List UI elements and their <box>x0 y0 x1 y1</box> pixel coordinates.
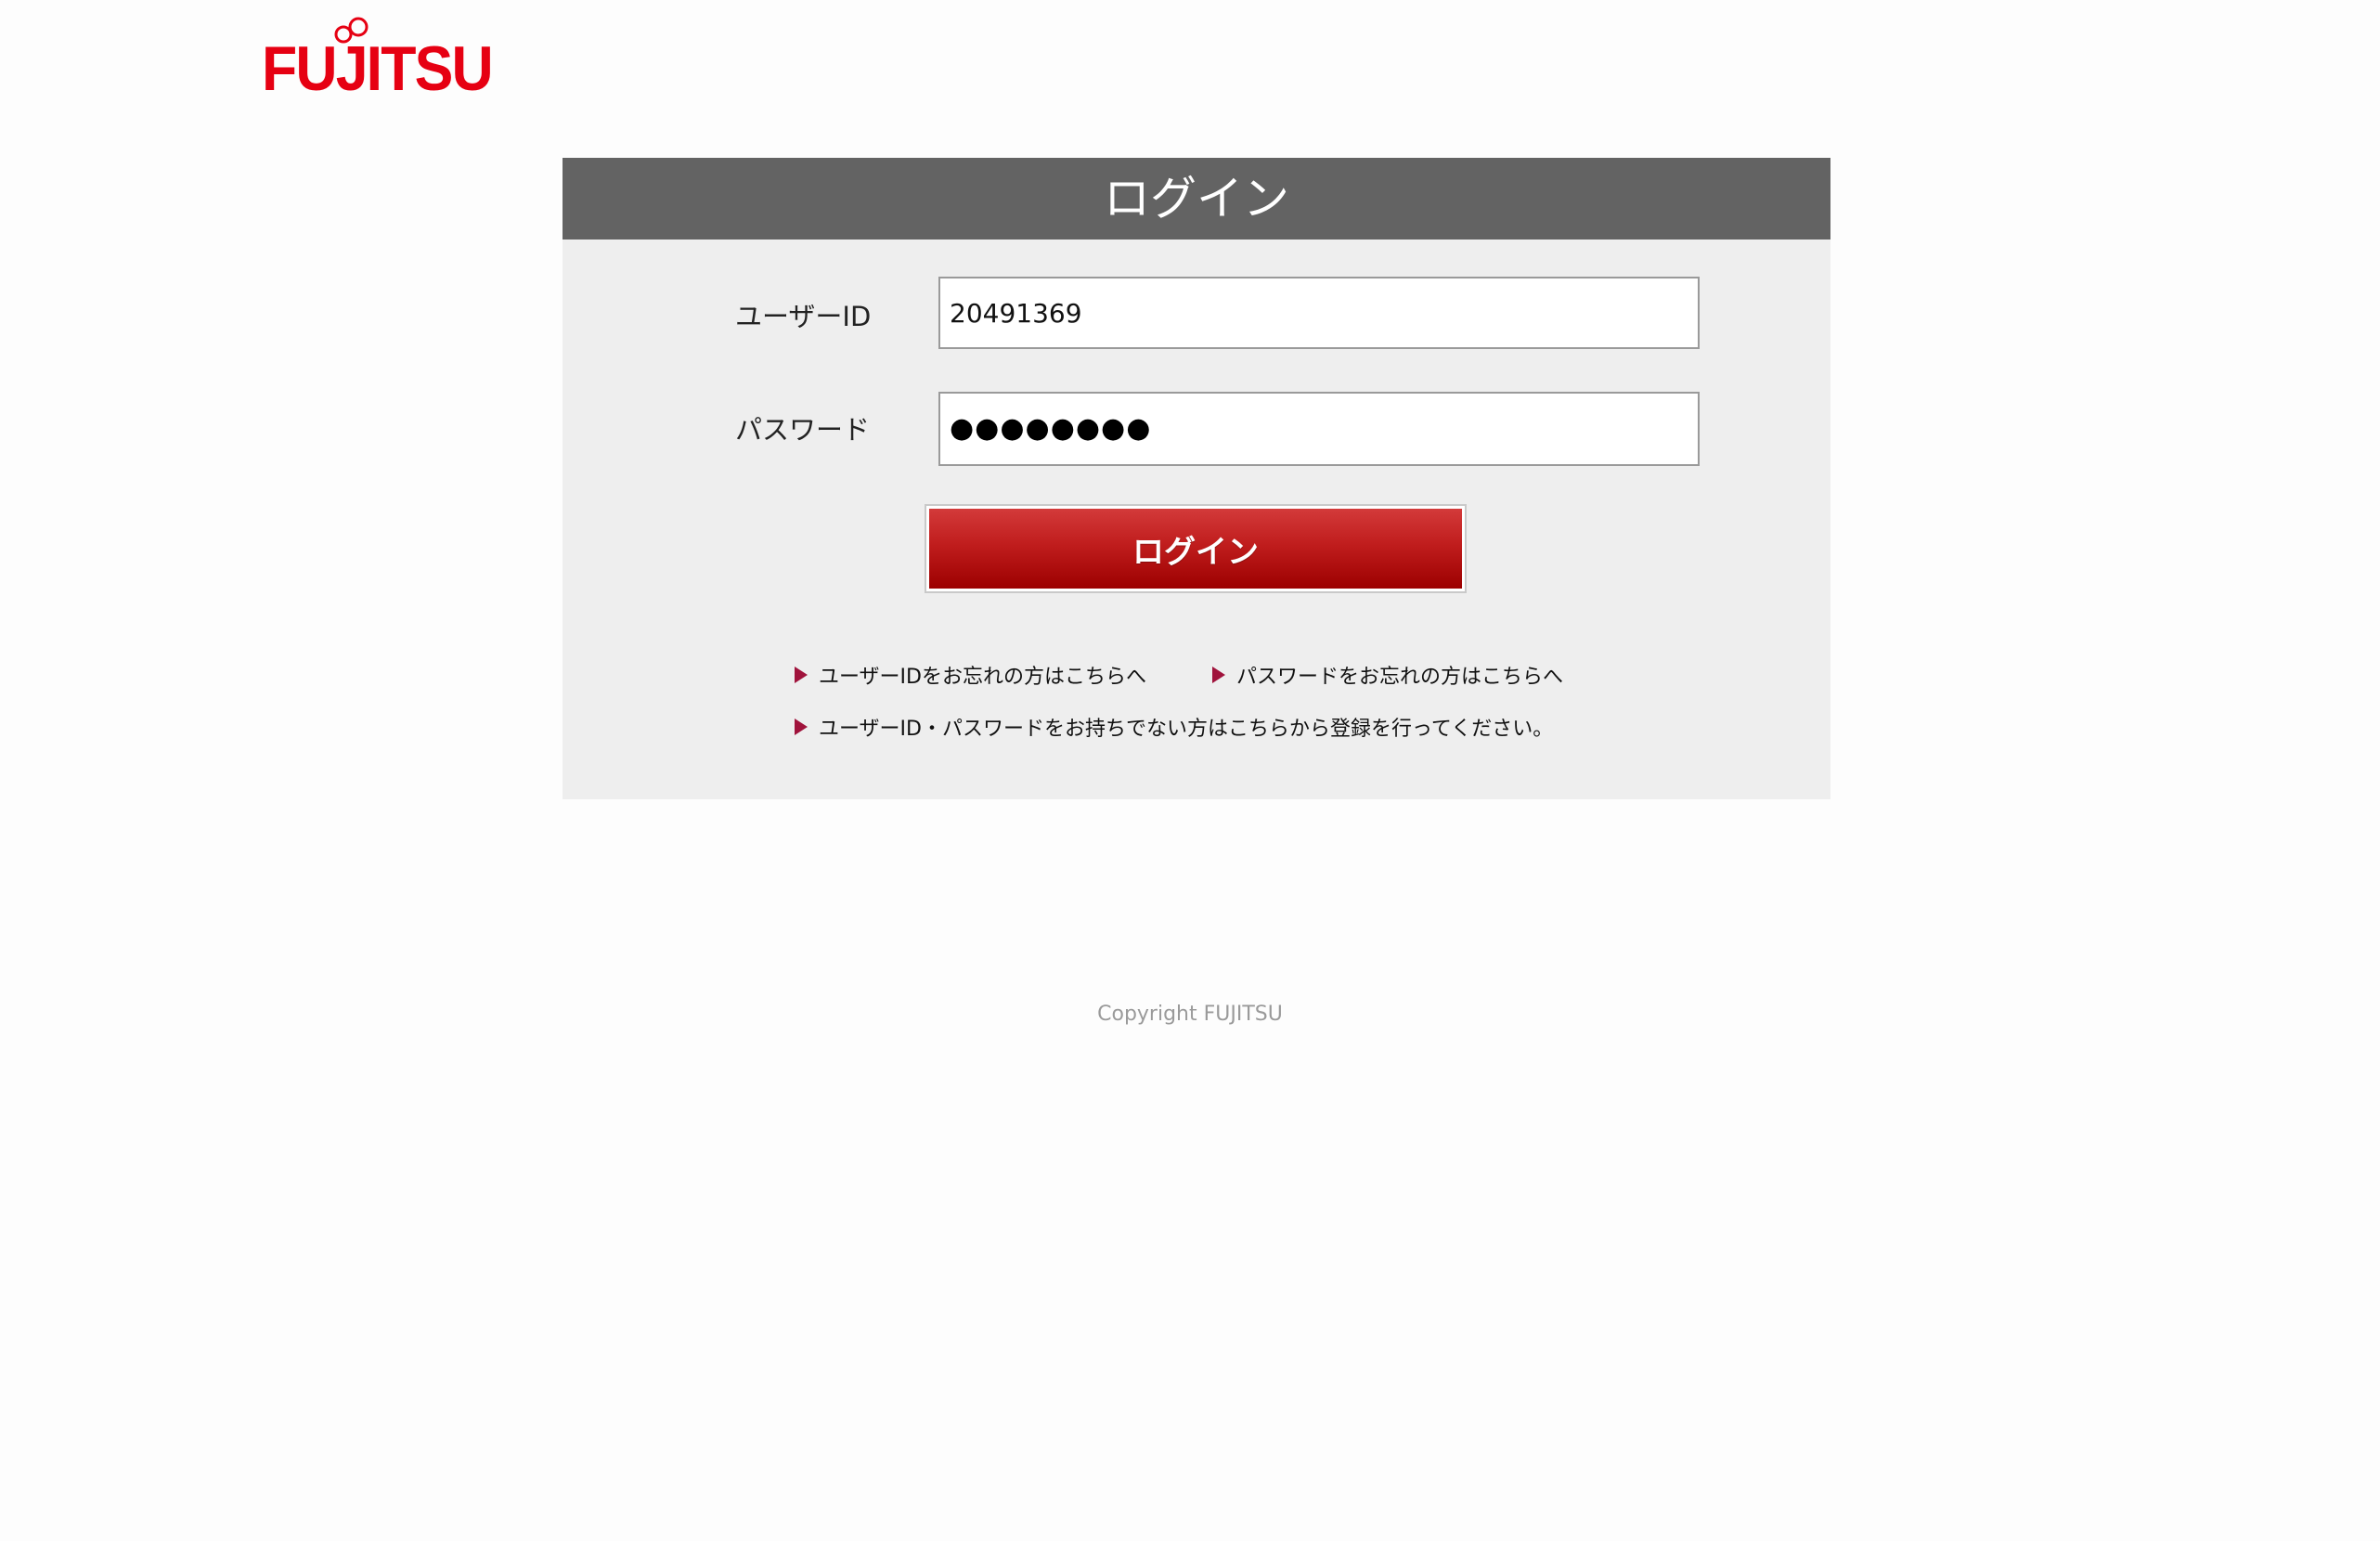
logo-text: FUJITSU <box>262 33 494 104</box>
panel-title: ログイン <box>563 158 1830 240</box>
user-id-input[interactable] <box>938 277 1700 349</box>
copyright-footer: Copyright FUJITSU <box>1097 1003 1283 1026</box>
login-panel: ログイン ユーザーID パスワード ●●●●●●●● ログイン ユーザーIDをお… <box>563 158 1830 799</box>
password-input[interactable]: ●●●●●●●● <box>938 392 1700 466</box>
register-link[interactable]: ユーザーID・パスワードをお持ちでない方はこちらから登録を行ってください。 <box>795 712 1553 742</box>
forgot-password-label: パスワードをお忘れの方はこちらへ <box>1236 666 1564 689</box>
triangle-right-icon <box>795 667 808 683</box>
password-label: パスワード <box>735 414 871 446</box>
register-label: ユーザーID・パスワードをお持ちでない方はこちらから登録を行ってください。 <box>819 718 1554 741</box>
forgot-user-id-link[interactable]: ユーザーIDをお忘れの方はこちらへ <box>795 660 1146 690</box>
login-button-frame: ログイン <box>925 504 1467 593</box>
triangle-right-icon <box>795 719 808 735</box>
login-button[interactable]: ログイン <box>929 509 1462 589</box>
triangle-right-icon <box>1212 667 1225 683</box>
forgot-user-id-label: ユーザーIDをお忘れの方はこちらへ <box>819 666 1146 689</box>
user-id-label: ユーザーID <box>735 301 872 332</box>
forgot-password-link[interactable]: パスワードをお忘れの方はこちらへ <box>1212 660 1563 690</box>
fujitsu-logo: FUJITSU <box>262 17 494 117</box>
